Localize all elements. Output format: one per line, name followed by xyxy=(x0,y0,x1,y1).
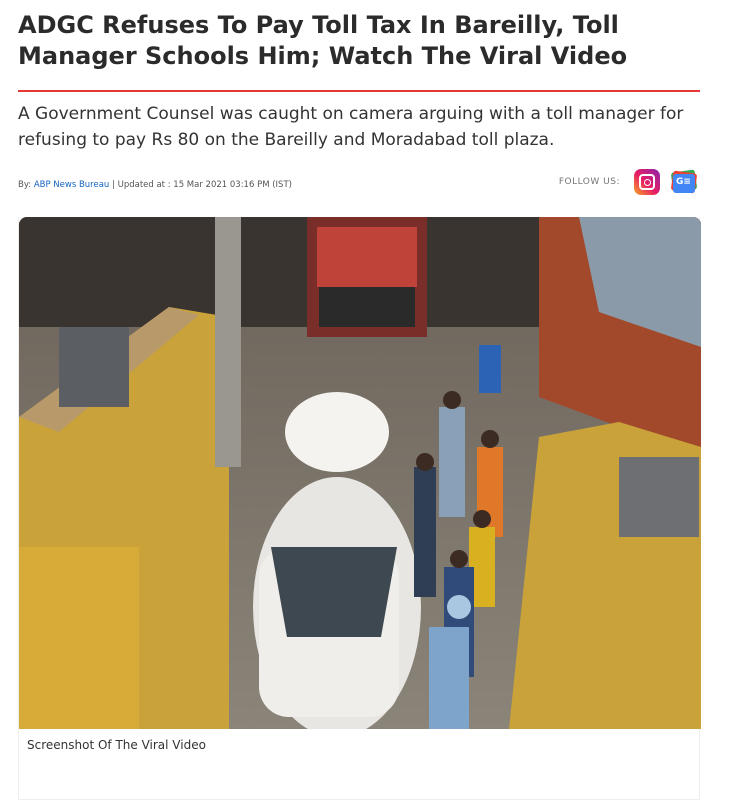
viral-video-screenshot xyxy=(19,217,701,729)
byline-separator: | xyxy=(112,180,115,190)
headline-divider xyxy=(18,90,700,92)
article-headline: ADGC Refuses To Pay Toll Tax In Bareilly… xyxy=(18,11,628,70)
author-link[interactable]: ABP News Bureau xyxy=(34,180,110,190)
article-summary: A Government Counsel was caught on camer… xyxy=(18,104,684,150)
google-news-layer-blue: G≡ xyxy=(673,174,695,193)
google-news-icon[interactable]: G≡ xyxy=(670,169,698,195)
google-news-glyph: G≡ xyxy=(676,177,691,187)
toll-plaza-scene xyxy=(19,217,701,729)
article-figure: Screenshot Of The Viral Video xyxy=(18,217,701,800)
byline-prefix: By: xyxy=(18,180,32,190)
follow-us: FOLLOW US: G≡ xyxy=(559,166,698,198)
follow-label: FOLLOW US: xyxy=(558,177,620,187)
byline: By: ABP News Bureau | Updated at : 15 Ma… xyxy=(18,180,292,190)
image-caption: Screenshot Of The Viral Video xyxy=(27,738,206,752)
instagram-icon[interactable] xyxy=(634,169,660,195)
updated-timestamp: Updated at : 15 Mar 2021 03:16 PM (IST) xyxy=(117,180,292,190)
